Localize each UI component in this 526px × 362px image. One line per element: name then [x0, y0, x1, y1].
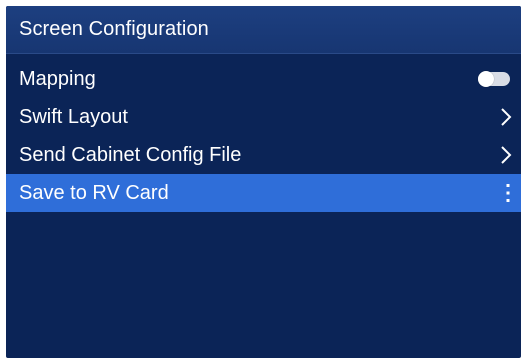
screen-configuration-panel: Screen Configuration Mapping Swift Layou… — [6, 6, 521, 358]
panel-title: Screen Configuration — [19, 18, 209, 40]
toggle-knob — [478, 71, 494, 87]
menu-item-label: Mapping — [19, 67, 96, 90]
panel-header: Screen Configuration — [6, 6, 521, 54]
menu-item-label: Save to RV Card — [19, 181, 169, 204]
chevron-right-icon — [500, 107, 512, 127]
menu-item-mapping[interactable]: Mapping — [6, 60, 521, 98]
menu-item-swift-layout[interactable]: Swift Layout — [6, 98, 521, 136]
menu-item-label: Swift Layout — [19, 105, 128, 128]
settings-menu: Mapping Swift Layout Send Cabinet Config… — [6, 60, 521, 212]
more-vertical-icon[interactable] — [504, 182, 512, 204]
chevron-right-icon — [500, 145, 512, 165]
menu-item-label: Send Cabinet Config File — [19, 143, 242, 166]
menu-item-save-to-rv-card[interactable]: Save to RV Card — [6, 174, 521, 212]
mapping-toggle[interactable] — [478, 71, 510, 87]
menu-item-send-cabinet-config-file[interactable]: Send Cabinet Config File — [6, 136, 521, 174]
